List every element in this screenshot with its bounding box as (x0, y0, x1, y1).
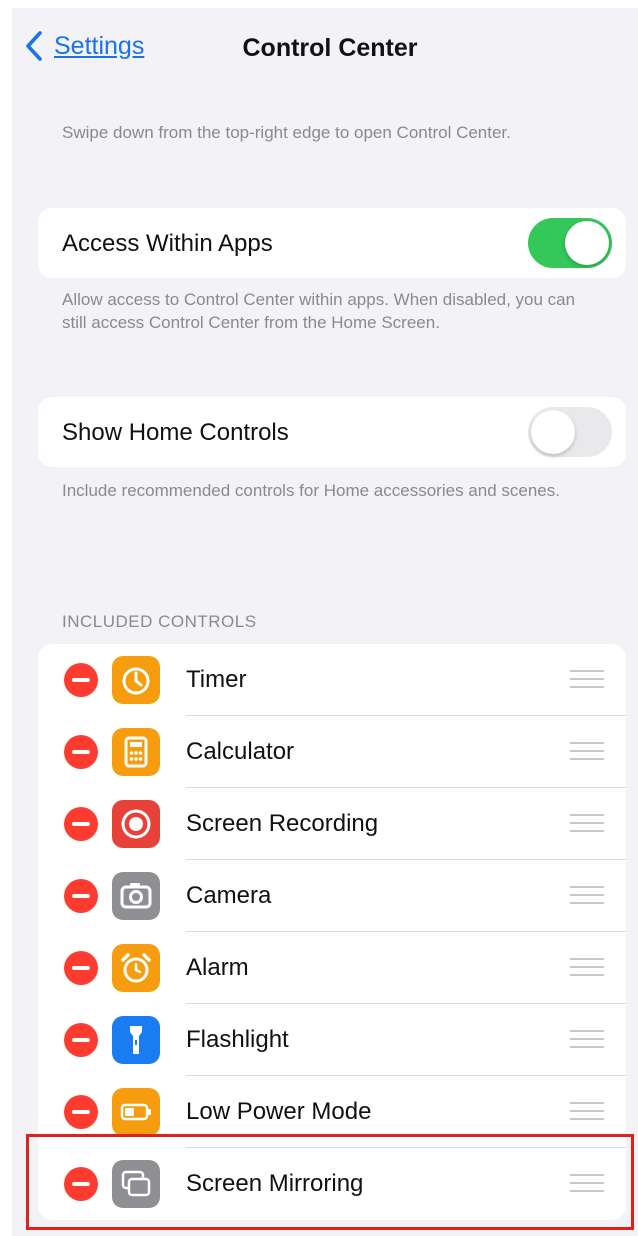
control-label: Camera (186, 882, 272, 909)
remove-button[interactable] (64, 807, 98, 841)
access-within-apps-label: Access Within Apps (62, 230, 273, 257)
navigation-bar: Settings Control Center (12, 8, 638, 88)
show-home-controls-label: Show Home Controls (62, 419, 289, 446)
show-home-controls-footer: Include recommended controls for Home ac… (62, 481, 560, 500)
remove-button[interactable] (64, 735, 98, 769)
access-within-apps-toggle[interactable] (528, 218, 612, 268)
timer-icon (112, 656, 160, 704)
remove-button[interactable] (64, 1023, 98, 1057)
control-item-timer: Timer (38, 644, 626, 716)
reorder-handle-icon[interactable] (570, 814, 604, 834)
reorder-handle-icon[interactable] (570, 742, 604, 762)
control-label: Calculator (186, 738, 295, 765)
toggle-knob (531, 410, 575, 454)
control-item-calculator: Calculator (38, 716, 626, 788)
screen-recording-icon (112, 800, 160, 848)
control-label: Screen Recording (186, 810, 379, 837)
low-power-icon (112, 1088, 160, 1136)
page-title: Control Center (242, 34, 418, 62)
remove-button[interactable] (64, 663, 98, 697)
remove-button[interactable] (64, 1095, 98, 1129)
reorder-handle-icon[interactable] (570, 958, 604, 978)
access-within-apps-row[interactable]: Access Within Apps (38, 208, 626, 278)
access-within-apps-footer: Allow access to Control Center within ap… (62, 290, 576, 332)
show-home-controls-toggle[interactable] (528, 407, 612, 457)
remove-button[interactable] (64, 951, 98, 985)
control-item-camera: Camera (38, 860, 626, 932)
calculator-icon (112, 728, 160, 776)
control-label: Timer (186, 666, 247, 693)
show-home-controls-row[interactable]: Show Home Controls (38, 397, 626, 467)
flashlight-icon (112, 1016, 160, 1064)
reorder-handle-icon[interactable] (570, 1102, 604, 1122)
intro-text: Swipe down from the top-right edge to op… (62, 123, 511, 142)
control-item-alarm: Alarm (38, 932, 626, 1004)
reorder-handle-icon[interactable] (570, 1030, 604, 1050)
camera-icon (112, 872, 160, 920)
control-label: Alarm (186, 954, 249, 981)
toggle-knob (565, 221, 609, 265)
control-label: Low Power Mode (186, 1098, 372, 1125)
control-label: Flashlight (186, 1026, 289, 1053)
included-controls-header: INCLUDED CONTROLS (62, 612, 257, 631)
control-item-screen-recording: Screen Recording (38, 788, 626, 860)
reorder-handle-icon[interactable] (570, 670, 604, 690)
remove-button[interactable] (64, 879, 98, 913)
alarm-icon (112, 944, 160, 992)
control-item-flashlight: Flashlight (38, 1004, 626, 1076)
control-center-screen: Settings Control Center Swipe down from … (12, 8, 638, 1236)
reorder-handle-icon[interactable] (570, 886, 604, 906)
highlight-box (26, 1134, 634, 1230)
